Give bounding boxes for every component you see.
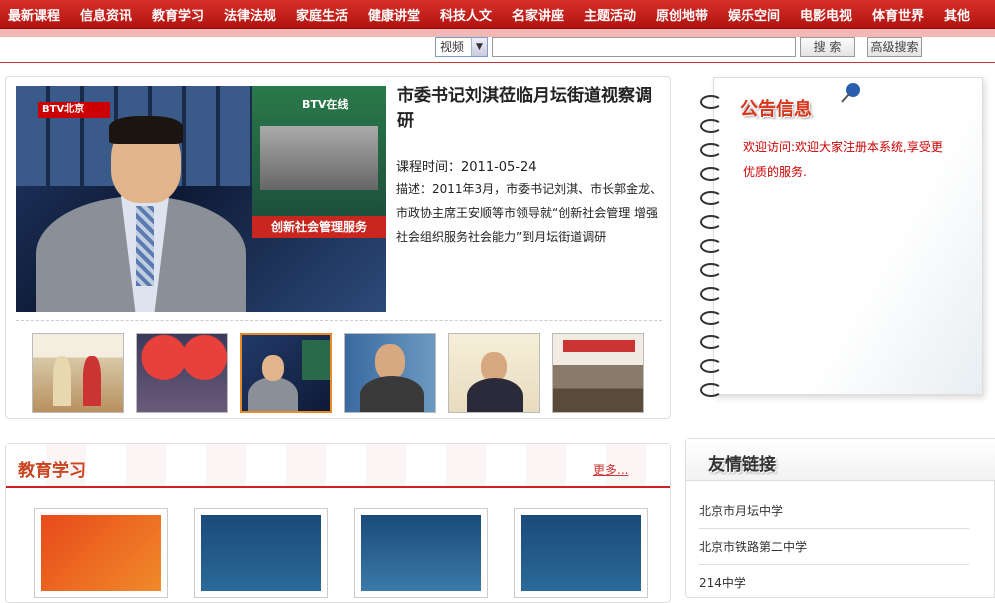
video-thumbnail[interactable] <box>32 333 124 413</box>
nav-item-original[interactable]: 原创地带 <box>656 5 708 24</box>
chevron-down-icon[interactable]: ▼ <box>471 38 487 56</box>
friendly-link-item[interactable]: 214中学 <box>699 565 969 601</box>
featured-course-panel: BTV北京 BTV在线 创新社会管理服务 市委书记刘淇莅临月坛街道视察调研 课程… <box>5 76 671 419</box>
search-type-select[interactable]: 视频 ▼ <box>435 37 488 57</box>
friendly-link-item[interactable]: 北京市铁路第二中学 <box>699 529 969 565</box>
education-thumbnail[interactable] <box>354 508 488 598</box>
search-bar: 视频 ▼ 搜 索 高级搜索 <box>0 37 995 63</box>
inset-logo: BTV在线 <box>302 98 349 111</box>
nav-underband <box>0 29 995 37</box>
course-title[interactable]: 市委书记刘淇莅临月坛街道视察调研 <box>397 84 667 134</box>
notice-text: 欢迎访问:欢迎大家注册本系统,享受更优质的服务. <box>743 140 943 179</box>
education-title: 教育学习 <box>18 461 86 481</box>
video-thumbnail[interactable] <box>448 333 540 413</box>
video-inset: BTV在线 <box>252 86 386 236</box>
nav-item-entertainment[interactable]: 娱乐空间 <box>728 5 780 24</box>
nav-item-activities[interactable]: 主题活动 <box>584 5 636 24</box>
course-time-label: 课程时间： <box>396 160 462 175</box>
education-section: 教育学习 更多... <box>5 443 671 603</box>
video-thumbnail[interactable] <box>344 333 436 413</box>
nav-item-family[interactable]: 家庭生活 <box>296 5 348 24</box>
education-more-link[interactable]: 更多... <box>593 461 628 478</box>
course-description: 描述：2011年3月，市委书记刘淇、市长郭金龙、市政协主席王安顺等市领导就“创新… <box>396 182 663 244</box>
nav-item-lectures[interactable]: 名家讲座 <box>512 5 564 24</box>
friendly-links-panel: 友情链接 北京市月坛中学 北京市铁路第二中学 214中学 <box>685 438 995 598</box>
friendly-links-header: 友情链接 <box>686 439 995 481</box>
news-anchor-image <box>36 116 246 312</box>
advanced-search-button[interactable]: 高级搜索 <box>867 37 922 57</box>
video-thumbnail[interactable] <box>552 333 644 413</box>
notice-panel: 公告信息 欢迎访问:欢迎大家注册本系统,享受更优质的服务. <box>695 77 993 417</box>
education-thumbnail[interactable] <box>34 508 168 598</box>
education-thumbnail[interactable] <box>514 508 648 598</box>
video-banner: 创新社会管理服务 <box>252 216 386 238</box>
video-thumbnail-active[interactable] <box>240 333 332 413</box>
nav-item-movies[interactable]: 电影电视 <box>800 5 852 24</box>
nav-item-science[interactable]: 科技人文 <box>440 5 492 24</box>
divider <box>16 320 662 321</box>
main-video-player[interactable]: BTV北京 BTV在线 创新社会管理服务 <box>16 86 386 312</box>
thumbnail-strip <box>32 333 652 413</box>
nav-item-education[interactable]: 教育学习 <box>152 5 204 24</box>
friendly-link-item[interactable]: 北京市月坛中学 <box>699 493 969 529</box>
nav-item-latest[interactable]: 最新课程 <box>8 5 60 24</box>
top-navigation: 最新课程 信息资讯 教育学习 法律法规 家庭生活 健康讲堂 科技人文 名家讲座 … <box>0 0 995 29</box>
nav-item-health[interactable]: 健康讲堂 <box>368 5 420 24</box>
search-input[interactable] <box>492 37 796 57</box>
nav-item-law[interactable]: 法律法规 <box>224 5 276 24</box>
nav-item-news[interactable]: 信息资讯 <box>80 5 132 24</box>
nav-item-sports[interactable]: 体育世界 <box>872 5 924 24</box>
inset-photo <box>260 126 378 190</box>
spiral-binding <box>700 95 724 397</box>
notice-title: 公告信息 <box>740 99 812 120</box>
notice-paper <box>713 77 983 395</box>
video-thumbnail[interactable] <box>136 333 228 413</box>
friendly-links-title: 友情链接 <box>708 455 776 475</box>
education-header: 教育学习 更多... <box>6 444 670 488</box>
course-time-value: 2011-05-24 <box>461 160 537 175</box>
search-button[interactable]: 搜 索 <box>800 37 855 57</box>
course-time: 课程时间：2011-05-24 <box>396 156 537 175</box>
nav-item-other[interactable]: 其他 <box>944 5 970 24</box>
search-type-value: 视频 <box>440 40 465 54</box>
education-thumbnail[interactable] <box>194 508 328 598</box>
pushpin-icon <box>841 83 860 103</box>
